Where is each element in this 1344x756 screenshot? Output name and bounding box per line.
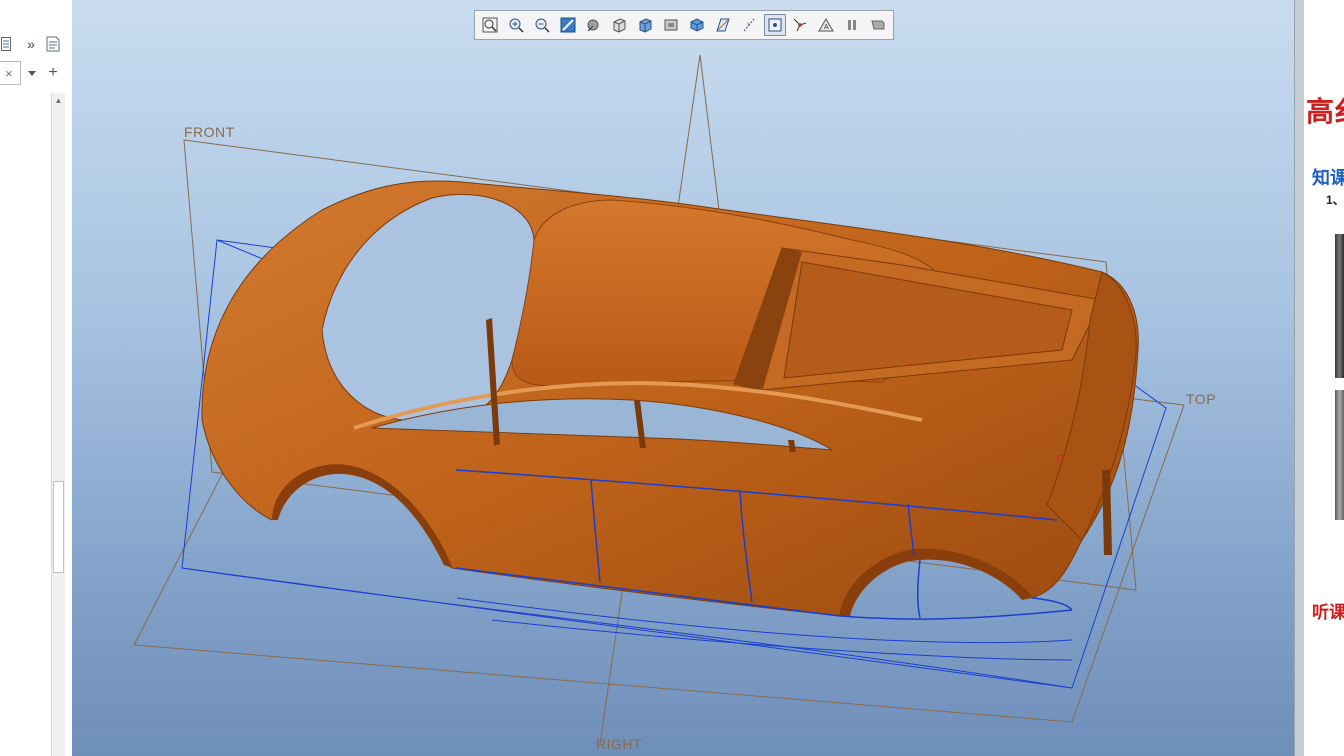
- zoom-fit-icon: [482, 17, 498, 33]
- datum-plane-icon: [716, 18, 730, 32]
- doc-footer: 听课: [1312, 603, 1344, 622]
- flag-icon: [871, 20, 885, 30]
- saved-views-button[interactable]: [634, 14, 656, 36]
- pane-splitter[interactable]: [1294, 0, 1304, 756]
- dropdown-icon[interactable]: [26, 64, 38, 82]
- shading-icon: [587, 19, 599, 32]
- document-icon[interactable]: [44, 33, 62, 55]
- car-body-model: [133, 54, 1185, 745]
- tab-close-box[interactable]: ×: [0, 61, 21, 85]
- datum-axes-button[interactable]: x: [738, 14, 760, 36]
- svg-text:A: A: [824, 24, 829, 31]
- datum-point-icon: [768, 18, 782, 32]
- list-icon[interactable]: [0, 34, 12, 54]
- car-body: [201, 180, 1139, 617]
- no-hidden-button[interactable]: [608, 14, 630, 36]
- scroll-up-icon[interactable]: ▲: [54, 96, 63, 105]
- zoom-in-button[interactable]: [505, 14, 527, 36]
- view-toolbar: x A: [474, 10, 894, 40]
- model-tree-panel: » × + ▲: [0, 0, 73, 756]
- repaint-icon: [560, 17, 576, 33]
- document-pane: 高纟 知课 1、 听课: [1304, 0, 1344, 756]
- csys-button[interactable]: [790, 14, 812, 36]
- saved-views-icon: [639, 18, 652, 33]
- datum-points-button[interactable]: [763, 14, 786, 36]
- zoom-in-icon: [509, 18, 524, 33]
- scroll-thumb[interactable]: [53, 481, 64, 573]
- layers-button[interactable]: [660, 14, 682, 36]
- layers-icon: [664, 19, 678, 31]
- doc-line-1: 1、: [1326, 193, 1344, 207]
- more-icon[interactable]: »: [24, 34, 38, 54]
- repaint-button[interactable]: [557, 14, 579, 36]
- close-icon[interactable]: ×: [5, 66, 13, 81]
- pause-button[interactable]: [841, 14, 863, 36]
- doc-image-2: [1335, 390, 1344, 520]
- shaded-display-button[interactable]: [583, 14, 605, 36]
- coordinate-system-icon: [794, 18, 807, 32]
- right-plane-label: RIGHT: [596, 736, 643, 752]
- cube-icon: [690, 18, 704, 32]
- svg-text:x: x: [747, 22, 750, 28]
- flag-button[interactable]: [867, 14, 889, 36]
- datum-planes-button[interactable]: [712, 14, 734, 36]
- doc-subtitle: 知课: [1312, 168, 1344, 188]
- display-style-button[interactable]: [686, 14, 708, 36]
- triangle-icon: A: [818, 18, 835, 32]
- zoom-out-icon: [535, 18, 550, 33]
- graphics-window[interactable]: FRONT TOP RIGHT x A: [72, 0, 1294, 756]
- add-icon[interactable]: +: [44, 63, 62, 83]
- doc-title: 高纟: [1306, 97, 1344, 128]
- datum-axis-icon: x: [743, 18, 755, 32]
- pause-icon: [848, 20, 857, 30]
- annotation-button[interactable]: A: [815, 14, 837, 36]
- zoom-out-button[interactable]: [531, 14, 553, 36]
- zoom-fit-button[interactable]: [479, 14, 501, 36]
- front-plane-label: FRONT: [184, 124, 235, 140]
- doc-image-1: [1335, 234, 1344, 378]
- tree-scrollbar[interactable]: ▲: [51, 93, 65, 756]
- top-plane-label: TOP: [1186, 391, 1217, 407]
- wireframe-box-icon: [613, 18, 626, 33]
